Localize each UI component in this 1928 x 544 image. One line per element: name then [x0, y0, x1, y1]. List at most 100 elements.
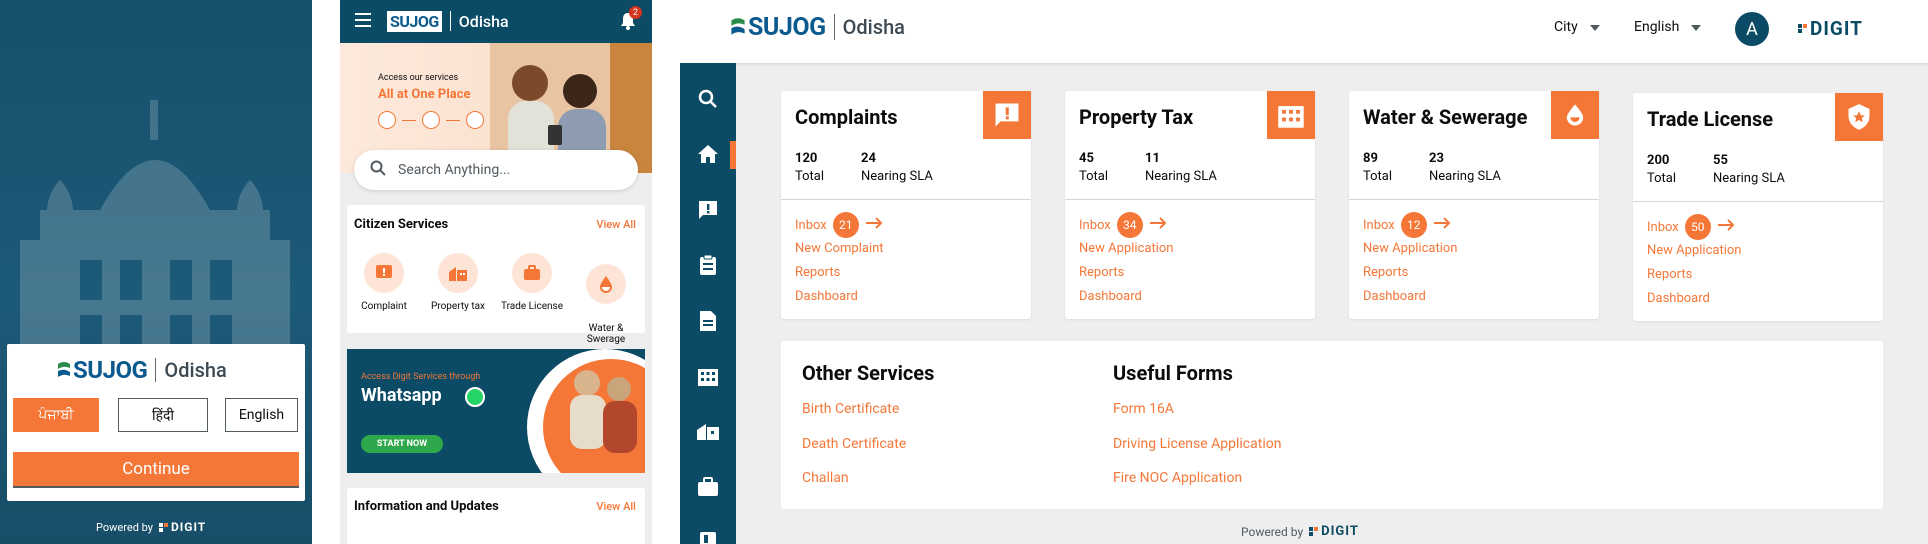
service-label: Property tax [430, 301, 485, 312]
information-updates-view-all[interactable]: View All [596, 500, 636, 513]
screenshot-stage: SUJOG Odisha ਪੰਜਾਬੀ हिंदी English Contin… [0, 0, 1928, 544]
search-bar[interactable]: Search Anything... [354, 150, 638, 190]
continue-button[interactable]: Continue [13, 452, 299, 488]
dashboard-logo-divider [833, 14, 835, 40]
module-link[interactable]: Dashboard [1363, 289, 1426, 304]
sidebar-active-marker [730, 141, 736, 169]
sla-value: 11 [1145, 151, 1160, 166]
language-dropdown[interactable]: English [1634, 19, 1702, 35]
banner-connector [446, 119, 460, 121]
document-icon[interactable] [696, 309, 720, 333]
arrow-right-icon [1433, 217, 1451, 233]
city-dropdown[interactable]: City [1554, 19, 1600, 35]
property-tax-icon [438, 253, 478, 293]
language-button-hindi[interactable]: हिंदी [118, 398, 208, 432]
language-select-screen: SUJOG Odisha ਪੰਜਾਬੀ हिंदी English Contin… [0, 0, 312, 544]
service-property-tax[interactable]: Property tax [421, 253, 495, 312]
useful-form-link[interactable]: Fire NOC Application [1113, 470, 1242, 486]
tools-service-icon [466, 111, 484, 129]
temple-background-illustration [20, 100, 290, 370]
other-service-link[interactable]: Challan [802, 470, 849, 486]
search-icon[interactable] [696, 87, 720, 111]
useful-form-link[interactable]: Form 16A [1113, 401, 1174, 417]
module-link[interactable]: Reports [795, 265, 840, 280]
briefcase-icon[interactable] [696, 475, 720, 499]
sla-label: Nearing SLA [1145, 169, 1217, 184]
brand-logo: SUJOG Odisha [57, 356, 227, 384]
module-total: 120 Total [795, 150, 824, 186]
book-icon[interactable] [696, 529, 720, 544]
useful-form-link[interactable]: Driving License Application [1113, 436, 1281, 452]
service-label: Water & Swerage [586, 323, 626, 345]
module-title: Complaints [795, 105, 898, 129]
digit-wordmark: DIGIT [170, 520, 207, 534]
other-services-title: Other Services [802, 361, 935, 385]
water-drop-icon [586, 264, 626, 304]
module-divider [1349, 199, 1599, 200]
total-value: 200 [1647, 153, 1670, 168]
shield-icon [1835, 93, 1883, 141]
module-inbox-link[interactable]: Inbox 34 [1079, 212, 1167, 238]
language-button-english[interactable]: English [225, 398, 298, 432]
city-dropdown-label: City [1554, 19, 1578, 35]
sujog-leaf-icon [57, 360, 71, 380]
citizen-services-view-all[interactable]: View All [596, 218, 636, 231]
trade-license-icon [512, 253, 552, 293]
module-card-property-tax: Property Tax 45 Total 11 Nearing SLA Inbox… [1065, 91, 1315, 319]
complaint-icon[interactable] [696, 198, 720, 222]
digit-logo: DIGIT [1309, 524, 1359, 539]
inbox-label: Inbox [1079, 217, 1111, 233]
arrow-right-icon [865, 217, 883, 233]
module-title: Property Tax [1079, 105, 1194, 129]
module-link[interactable]: New Application [1363, 241, 1457, 256]
module-link[interactable]: New Complaint [795, 241, 884, 256]
total-value: 89 [1363, 151, 1378, 166]
sla-label: Nearing SLA [861, 169, 933, 184]
information-updates-title: Information and Updates [354, 499, 499, 514]
whatsapp-banner[interactable]: Access Digit Services through Whatsapp S… [347, 349, 645, 473]
water-drop-icon [1551, 91, 1599, 139]
module-inbox-link[interactable]: Inbox 21 [795, 212, 883, 238]
whatsapp-banner-line2: Whatsapp [361, 385, 442, 406]
total-label: Total [1647, 171, 1677, 186]
module-link[interactable]: Dashboard [1647, 291, 1710, 306]
total-label: Total [795, 169, 825, 184]
digit-dots-icon [1798, 24, 1807, 33]
banner-icon-row [378, 111, 484, 129]
building-icon[interactable] [696, 364, 720, 388]
module-link[interactable]: Reports [1647, 267, 1692, 282]
total-value: 120 [795, 151, 818, 166]
module-link[interactable]: New Application [1079, 241, 1173, 256]
banner-text-line2: All at One Place [378, 87, 471, 102]
other-service-link[interactable]: Birth Certificate [802, 401, 899, 417]
module-link[interactable]: Reports [1363, 265, 1408, 280]
arrow-right-icon [1717, 219, 1735, 235]
sla-label: Nearing SLA [1713, 171, 1785, 186]
module-inbox-link[interactable]: Inbox 12 [1363, 212, 1451, 238]
service-label: Complaint [361, 301, 407, 312]
user-avatar[interactable]: A [1735, 12, 1769, 46]
start-now-button[interactable]: START NOW [361, 435, 443, 453]
module-link[interactable]: Dashboard [1079, 289, 1142, 304]
property-icon[interactable] [696, 419, 720, 443]
other-service-link[interactable]: Death Certificate [802, 436, 906, 452]
citizen-services-title: Citizen Services [354, 217, 449, 232]
module-inbox-link[interactable]: Inbox 50 [1647, 214, 1735, 240]
dashboard-brand-wordmark: SUJOG [748, 12, 826, 42]
service-trade-license[interactable]: Trade License [495, 253, 569, 312]
module-link[interactable]: New Application [1647, 243, 1741, 258]
inbox-count-badge: 12 [1400, 212, 1427, 238]
module-nearing-sla: 55 Nearing SLA [1713, 152, 1785, 188]
module-link[interactable]: Reports [1079, 265, 1124, 280]
total-value: 45 [1079, 151, 1094, 166]
module-link[interactable]: Dashboard [795, 289, 858, 304]
hamburger-menu-icon[interactable] [355, 12, 371, 27]
useful-forms-title: Useful Forms [1113, 361, 1233, 385]
powered-by-label: Powered by [96, 520, 153, 534]
language-button-punjabi[interactable]: ਪੰਜਾਬੀ [13, 398, 99, 432]
service-water-sewerage[interactable]: Water & Swerage [569, 253, 643, 356]
home-icon[interactable] [696, 142, 720, 166]
whatsapp-banner-illustration [527, 349, 645, 473]
clipboard-icon[interactable] [696, 253, 720, 277]
service-complaint[interactable]: Complaint [347, 253, 421, 312]
